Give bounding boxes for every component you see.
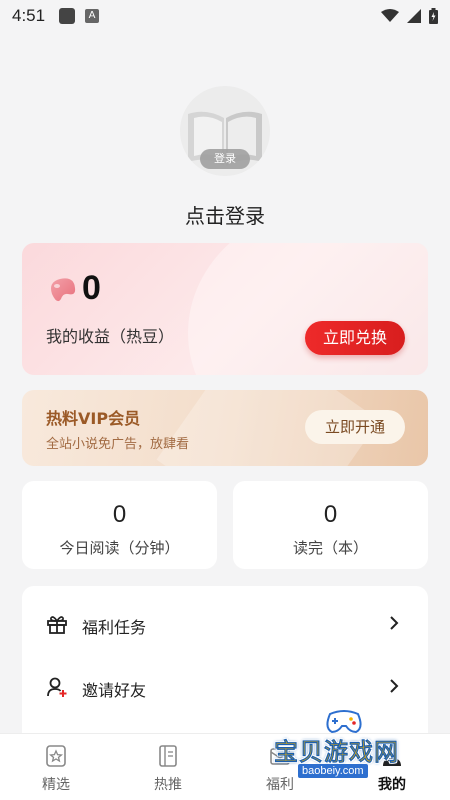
- wifi-icon: [381, 9, 399, 22]
- stat-value: 0: [112, 501, 127, 528]
- chevron-right-icon: [390, 616, 399, 630]
- stat-card-books-finished: 0 读完（本）: [233, 481, 428, 569]
- invite-user-icon: [47, 677, 67, 697]
- signal-icon: [407, 9, 421, 23]
- bean-icon: [51, 278, 76, 302]
- earnings-card: 0 我的收益（热豆） 立即兑换: [22, 243, 428, 375]
- app-notification-icon: A: [85, 9, 100, 23]
- star-badge-icon: [46, 745, 66, 767]
- stat-label: 今日阅读（分钟）: [59, 539, 180, 557]
- gift-icon: [47, 616, 67, 634]
- status-icons: [381, 8, 438, 24]
- notification-icon: [59, 8, 76, 24]
- nav-label: 精选: [42, 777, 70, 793]
- stat-card-today-reading: 0 今日阅读（分钟）: [22, 481, 217, 569]
- earnings-value: 0: [82, 269, 101, 307]
- watermark: 宝贝游戏网 baobeiy.com: [268, 708, 428, 778]
- battery-icon: [429, 8, 438, 24]
- watermark-url: baobeiy.com: [298, 764, 368, 778]
- vip-card[interactable]: 热料VIP会员 全站小说免广告，放肆看 立即开通: [22, 390, 428, 466]
- nav-tab-hot[interactable]: 热推: [112, 734, 224, 800]
- watermark-title: 宝贝游戏网: [274, 738, 399, 766]
- chevron-right-icon: [390, 679, 399, 693]
- card-decoration: [188, 243, 428, 375]
- nav-label: 热推: [154, 777, 182, 793]
- login-badge[interactable]: 登录: [200, 149, 250, 169]
- earnings-label: 我的收益（热豆）: [46, 327, 175, 346]
- gamepad-icon: [326, 710, 362, 734]
- vip-subtitle: 全站小说免广告，放肆看: [46, 437, 190, 452]
- vip-open-button[interactable]: 立即开通: [305, 410, 405, 444]
- menu-item-label: 邀请好友: [82, 681, 147, 700]
- book-icon: [159, 745, 177, 767]
- stat-label: 读完（本）: [292, 539, 368, 557]
- menu-item-label: 福利任务: [82, 618, 147, 637]
- menu-item-welfare-tasks[interactable]: 福利任务: [22, 592, 428, 654]
- redeem-button[interactable]: 立即兑换: [305, 321, 405, 355]
- vip-title: 热料VIP会员: [46, 409, 141, 428]
- status-time: 4:51: [12, 6, 46, 25]
- login-prompt[interactable]: 点击登录: [0, 200, 450, 229]
- stat-value: 0: [323, 501, 338, 528]
- nav-tab-featured[interactable]: 精选: [0, 734, 112, 800]
- status-bar: 4:51 A: [0, 0, 450, 32]
